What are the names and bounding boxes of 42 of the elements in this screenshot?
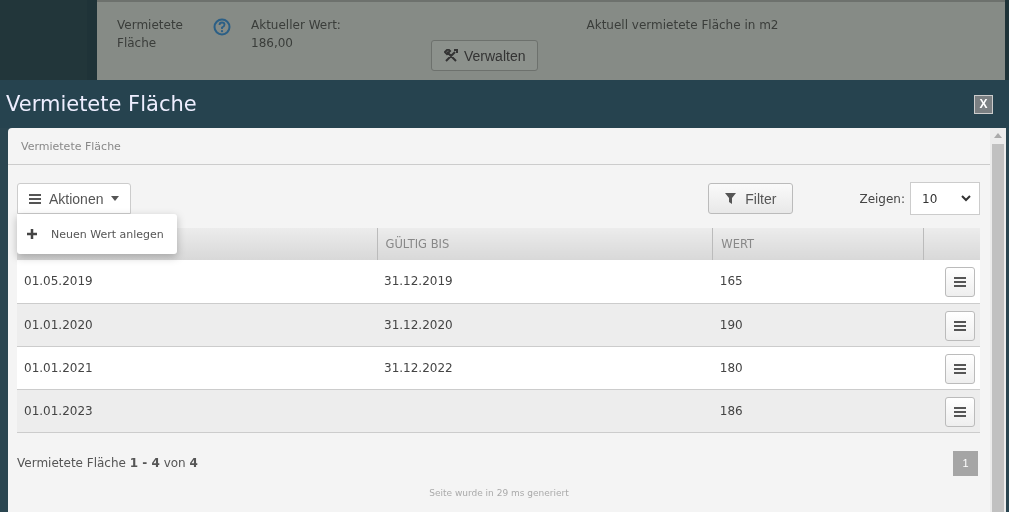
actions-button[interactable]: Aktionen [17, 183, 132, 214]
filter-button[interactable]: Filter [708, 183, 794, 214]
row-menu-button[interactable] [945, 267, 975, 297]
menu-item[interactable]: Neuen Wert anlegen [51, 227, 164, 241]
table-cell: 01.05.2019 [17, 260, 377, 303]
menu-icon [954, 363, 966, 374]
column-header: GÜLTIG BIS [377, 228, 713, 260]
menu-icon [954, 320, 966, 331]
filter-icon [725, 193, 737, 204]
pagination-summary: Vermietete Fläche 1 - 4 von 4 [17, 456, 198, 470]
field-description: Aktuell vermietete Fläche in m2 [586, 18, 779, 34]
close-button[interactable]: X [974, 94, 993, 114]
chevron-down-icon [961, 195, 971, 202]
table-cell: 190 [712, 303, 923, 346]
table-cell: 01.01.2023 [17, 389, 377, 432]
generation-note: Seite wurde in 29 ms generiert [428, 487, 570, 498]
table-cell: 01.01.2021 [17, 346, 377, 389]
table-cell: 180 [712, 346, 923, 389]
table-cell: 186 [712, 389, 923, 432]
row-menu-button[interactable] [945, 310, 975, 341]
menu-icon [29, 193, 41, 204]
manage-button[interactable]: Verwalten [431, 40, 539, 71]
table-cell: 31.12.2022 [377, 346, 713, 389]
table-cell: 31.12.2020 [377, 303, 713, 346]
table-cell: 165 [712, 260, 923, 303]
row-menu-button[interactable] [945, 353, 975, 384]
field-label: Vermietete Fläche [117, 17, 184, 52]
row-menu-button[interactable] [945, 396, 975, 427]
scrollbar-thumb[interactable] [992, 144, 1004, 512]
tools-icon [444, 49, 458, 62]
table-cell: 31.12.2019 [377, 260, 713, 303]
table-cell: 01.01.2020 [17, 303, 377, 346]
caret-icon [111, 196, 120, 201]
plus-icon [27, 229, 37, 239]
menu-icon [954, 406, 966, 417]
current-value-text: Aktueller Wert: 186,00 [251, 17, 342, 52]
dialog-title: Vermietete Fläche [6, 92, 197, 116]
column-header: WERT [712, 228, 923, 260]
menu-icon [954, 277, 966, 287]
page-size-label: Zeigen: [859, 191, 905, 206]
panel-title: Vermietete Fläche [8, 128, 990, 165]
page-size-select[interactable]: 10 [910, 182, 980, 215]
